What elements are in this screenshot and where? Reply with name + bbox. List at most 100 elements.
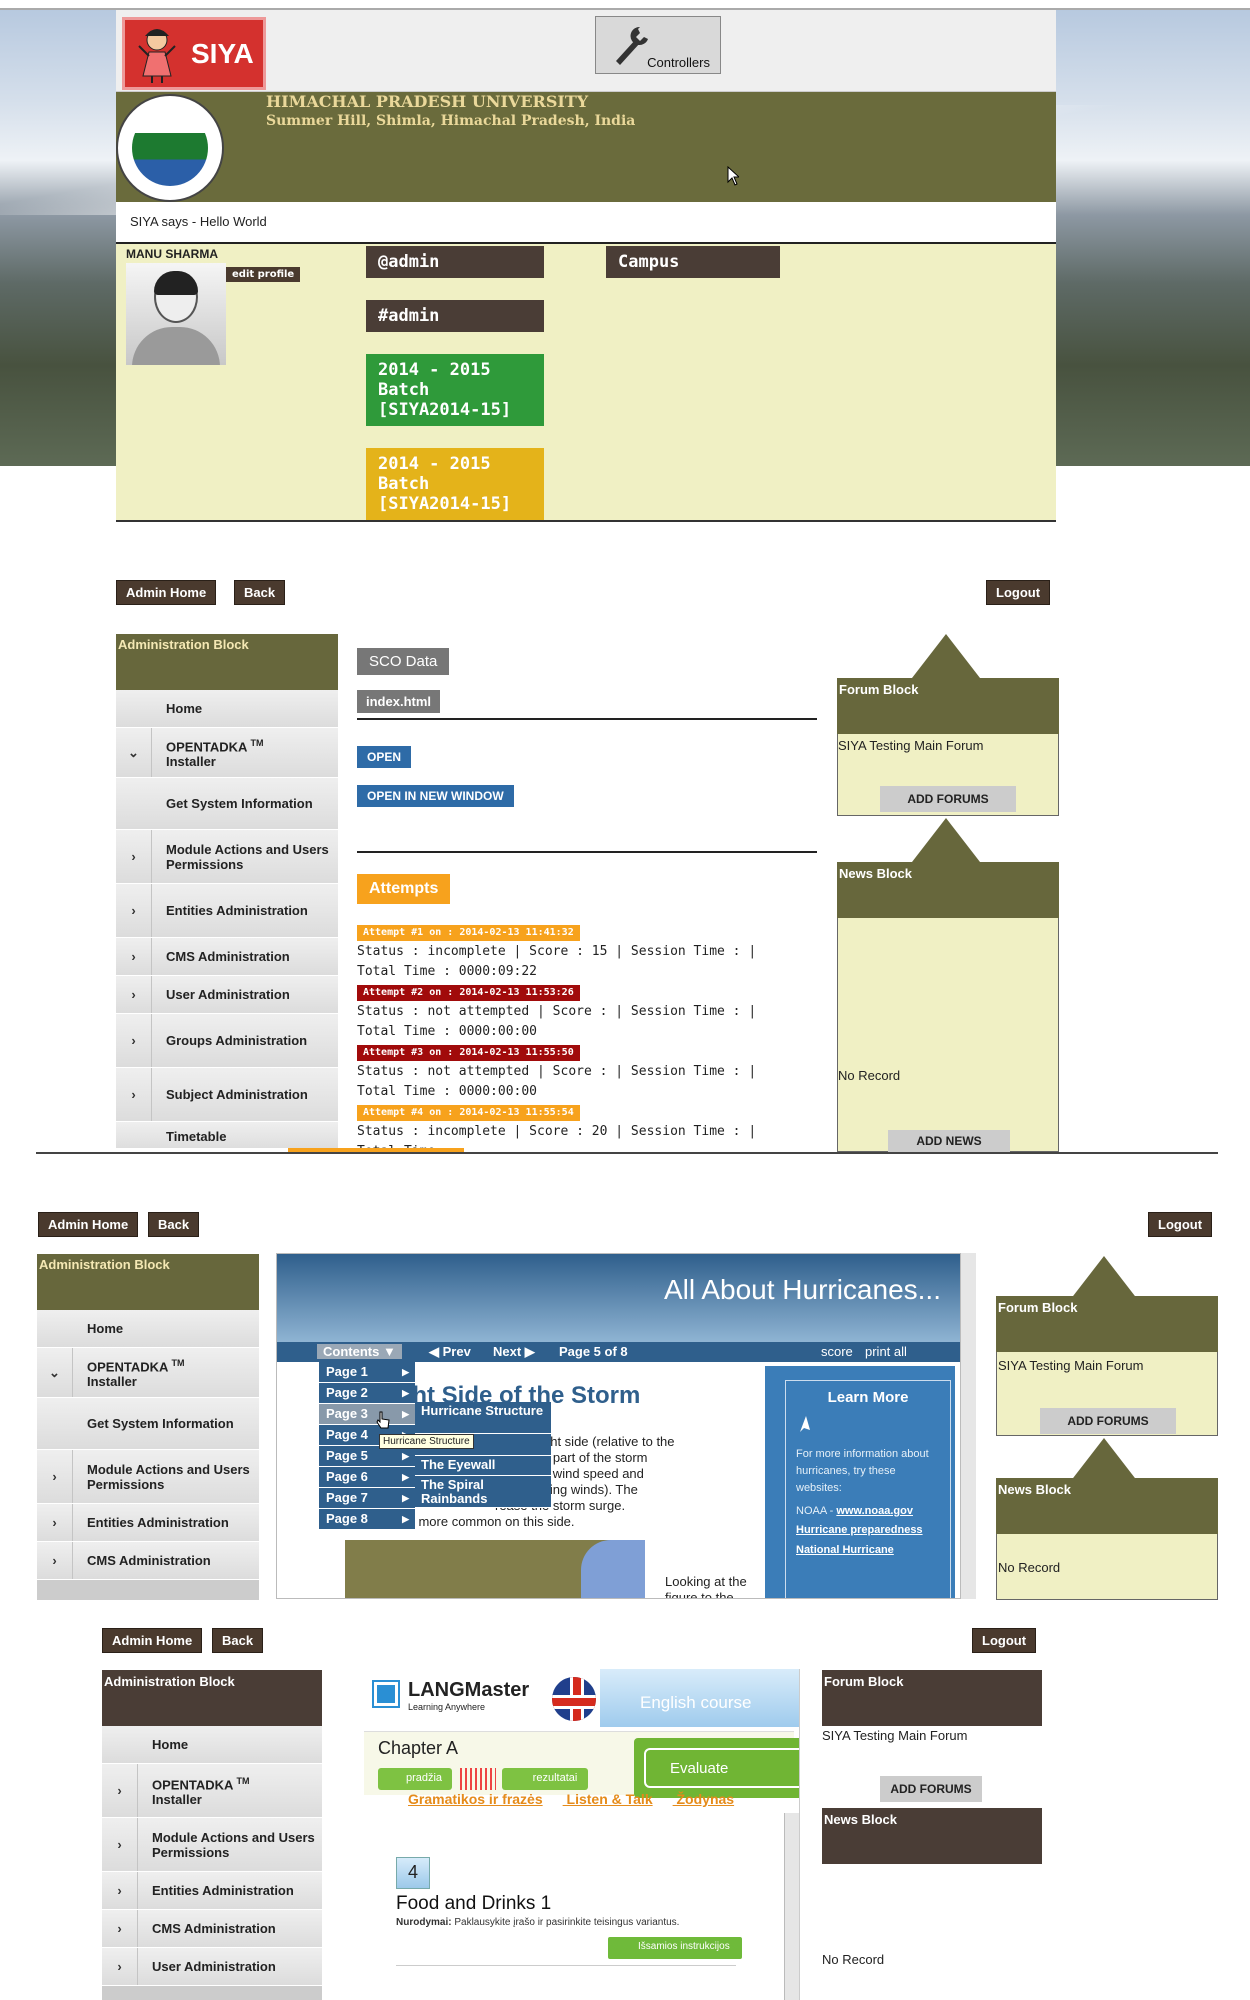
detailed-instructions-button[interactable]: Išsamios instrukcijos bbox=[608, 1937, 742, 1959]
results-button[interactable]: rezultatai bbox=[502, 1768, 588, 1790]
logout-button[interactable]: Logout bbox=[986, 580, 1051, 605]
prev-button[interactable]: ◀ Prev bbox=[429, 1344, 471, 1360]
add-forums-button[interactable]: ADD FORUMS bbox=[1040, 1408, 1176, 1434]
attempts-header: Attempts bbox=[357, 874, 451, 904]
score-link[interactable]: score bbox=[821, 1344, 853, 1359]
edit-profile-button[interactable]: edit profile bbox=[226, 267, 301, 282]
menu-item-system-info[interactable]: Get System Information bbox=[116, 778, 338, 830]
admin-home-button[interactable]: Admin Home bbox=[38, 1212, 139, 1237]
open-new-window-button[interactable]: OPEN IN NEW WINDOW bbox=[357, 785, 514, 807]
logout-button[interactable]: Logout bbox=[1148, 1212, 1213, 1237]
tooltip: Hurricane Structure bbox=[379, 1434, 474, 1449]
course-link[interactable]: Listen & Talk bbox=[567, 1791, 653, 1807]
attempt-status: Status : incomplete | Score : 20 | Sessi… bbox=[357, 1124, 757, 1150]
noaa-link[interactable]: www.noaa.gov bbox=[836, 1505, 913, 1517]
menu-item-home[interactable]: Home bbox=[37, 1310, 259, 1348]
course-link[interactable]: Gramatikos ir frazės bbox=[408, 1791, 543, 1807]
menu-item-entities[interactable]: › Entities Administration bbox=[102, 1872, 322, 1910]
tag-hash-admin[interactable]: #admin bbox=[366, 300, 544, 332]
start-button[interactable]: pradžia bbox=[378, 1768, 452, 1790]
open-button[interactable]: OPEN bbox=[357, 746, 412, 768]
menu-item-opentadka[interactable]: ⌄ OPENTADKA TM Installer bbox=[37, 1348, 259, 1398]
admin-home-button[interactable]: Admin Home bbox=[102, 1628, 203, 1653]
contents-menu[interactable]: Contents ▼ bbox=[317, 1344, 402, 1359]
menu-item-system-info[interactable]: Get System Information bbox=[37, 1398, 259, 1450]
preparedness-link[interactable]: Hurricane preparedness bbox=[786, 1520, 950, 1540]
menu-item-subject[interactable]: › Subject Administration bbox=[116, 1068, 338, 1122]
submenu-item[interactable]: Hurricane Structure bbox=[415, 1402, 551, 1434]
attempt-label: Attempt #4 on : 2014-02-13 11:55:54 bbox=[357, 1105, 580, 1121]
menu-item-cms[interactable]: › CMS Administration bbox=[116, 938, 338, 976]
news-block-header: News Block bbox=[996, 1478, 1218, 1534]
chevron-right-icon: › bbox=[116, 884, 152, 937]
menu-item-user-admin[interactable]: › User Administration bbox=[116, 976, 338, 1014]
logout-button[interactable]: Logout bbox=[972, 1628, 1037, 1653]
langmaster-scrollbar[interactable] bbox=[784, 1813, 799, 2000]
admin-home-button[interactable]: Admin Home bbox=[116, 580, 217, 605]
next-button[interactable]: Next ▶ bbox=[493, 1344, 535, 1360]
add-forums-button[interactable]: ADD FORUMS bbox=[880, 786, 1016, 812]
menu-item-module-actions[interactable]: › Module Actions and Users Permissions bbox=[116, 830, 338, 884]
menu-item-entities[interactable]: › Entities Administration bbox=[116, 884, 338, 938]
tag-batch-yellow[interactable]: 2014 - 2015 Batch [SIYA2014-15] bbox=[366, 448, 544, 520]
menu-item-entities[interactable]: › Entities Administration bbox=[37, 1504, 259, 1542]
back-button[interactable]: Back bbox=[234, 580, 286, 605]
page-item[interactable]: Page 2 bbox=[319, 1383, 415, 1404]
page-item[interactable]: Page 1 bbox=[319, 1362, 415, 1383]
forum-block-header: Forum Block bbox=[996, 1296, 1218, 1352]
forum-item[interactable]: SIYA Testing Main Forum bbox=[838, 738, 983, 753]
menu-item-home[interactable]: Home bbox=[102, 1726, 322, 1764]
divider bbox=[357, 718, 817, 720]
tag-campus[interactable]: Campus bbox=[606, 246, 780, 278]
sco-data-header: SCO Data bbox=[357, 648, 450, 675]
add-news-button[interactable]: ADD NEWS bbox=[888, 1130, 1010, 1152]
sco-file-tab[interactable]: index.html bbox=[357, 690, 441, 713]
page-item[interactable]: Page 8 bbox=[319, 1509, 415, 1530]
forum-item[interactable]: SIYA Testing Main Forum bbox=[822, 1728, 967, 1743]
attempt-status: Status : incomplete | Score : 15 | Sessi… bbox=[357, 944, 757, 979]
user-name: MANU SHARMA bbox=[126, 247, 218, 261]
figure-caption: Looking at the figure to the bbox=[665, 1574, 747, 1599]
print-all-link[interactable]: print all bbox=[865, 1344, 907, 1359]
section-separator bbox=[36, 1152, 1218, 1154]
back-button[interactable]: Back bbox=[212, 1628, 264, 1653]
back-button[interactable]: Back bbox=[148, 1212, 200, 1237]
tag-batch-green[interactable]: 2014 - 2015 Batch [SIYA2014-15] bbox=[366, 354, 544, 426]
admin-block-header: Administration Block bbox=[116, 634, 338, 690]
submenu-item[interactable]: The Eyewall bbox=[415, 1456, 551, 1476]
page-item[interactable]: Page 5 bbox=[319, 1446, 415, 1467]
forum-item[interactable]: SIYA Testing Main Forum bbox=[998, 1358, 1143, 1373]
menu-item-module-actions[interactable]: › Module Actions and Users Permissions bbox=[37, 1450, 259, 1504]
menu-item-cms[interactable]: › CMS Administration bbox=[102, 1910, 322, 1948]
hurricane-map bbox=[345, 1540, 645, 1598]
tag-at-admin[interactable]: @admin bbox=[366, 246, 544, 278]
university-address: Summer Hill, Shimla, Himachal Pradesh, I… bbox=[266, 113, 636, 129]
learn-more-panel: Learn More For more information about hu… bbox=[765, 1366, 955, 1598]
menu-item-groups[interactable]: › Groups Administration bbox=[116, 1014, 338, 1068]
add-forums-button[interactable]: ADD FORUMS bbox=[880, 1776, 982, 1802]
course-link[interactable]: Žodynas bbox=[677, 1791, 735, 1807]
uk-flag-icon bbox=[552, 1677, 596, 1721]
page-item[interactable]: Page 6 bbox=[319, 1467, 415, 1488]
page-item[interactable]: Page 3 bbox=[319, 1404, 415, 1425]
menu-item-home[interactable]: Home bbox=[116, 690, 338, 728]
news-no-record: No Record bbox=[838, 1068, 901, 1083]
siya-logo[interactable]: SIYA bbox=[122, 17, 266, 90]
menu-item-user-admin[interactable]: › User Administration bbox=[102, 1948, 322, 1986]
mouse-cursor-icon bbox=[727, 166, 739, 186]
menu-item-module-actions[interactable]: › Module Actions and Users Permissions bbox=[102, 1818, 322, 1872]
hurricanes-scrollbar[interactable] bbox=[960, 1253, 976, 1599]
hurricanes-toolbar: Contents ▼ ◀ Prev Next ▶ Page 5 of 8 sco… bbox=[277, 1342, 975, 1362]
menu-item-opentadka[interactable]: › OPENTADKA TM Installer bbox=[102, 1764, 322, 1818]
menu-item-timetable[interactable]: Timetable bbox=[116, 1122, 338, 1148]
controllers-button[interactable]: Controllers bbox=[595, 16, 721, 74]
forum-block-header: Forum Block bbox=[822, 1670, 1042, 1726]
evaluate-button[interactable]: Evaluate bbox=[634, 1738, 799, 1798]
page-item[interactable]: Page 7 bbox=[319, 1488, 415, 1509]
chevron-right-icon: › bbox=[37, 1504, 73, 1541]
menu-item-opentadka[interactable]: ⌄ OPENTADKA TM Installer bbox=[116, 728, 338, 778]
cursor-arrow-icon bbox=[800, 1416, 810, 1432]
national-hurricane-link[interactable]: National Hurricane bbox=[786, 1540, 950, 1560]
submenu-item[interactable]: The Spiral Rainbands bbox=[415, 1476, 551, 1508]
menu-item-cms[interactable]: › CMS Administration bbox=[37, 1542, 259, 1580]
